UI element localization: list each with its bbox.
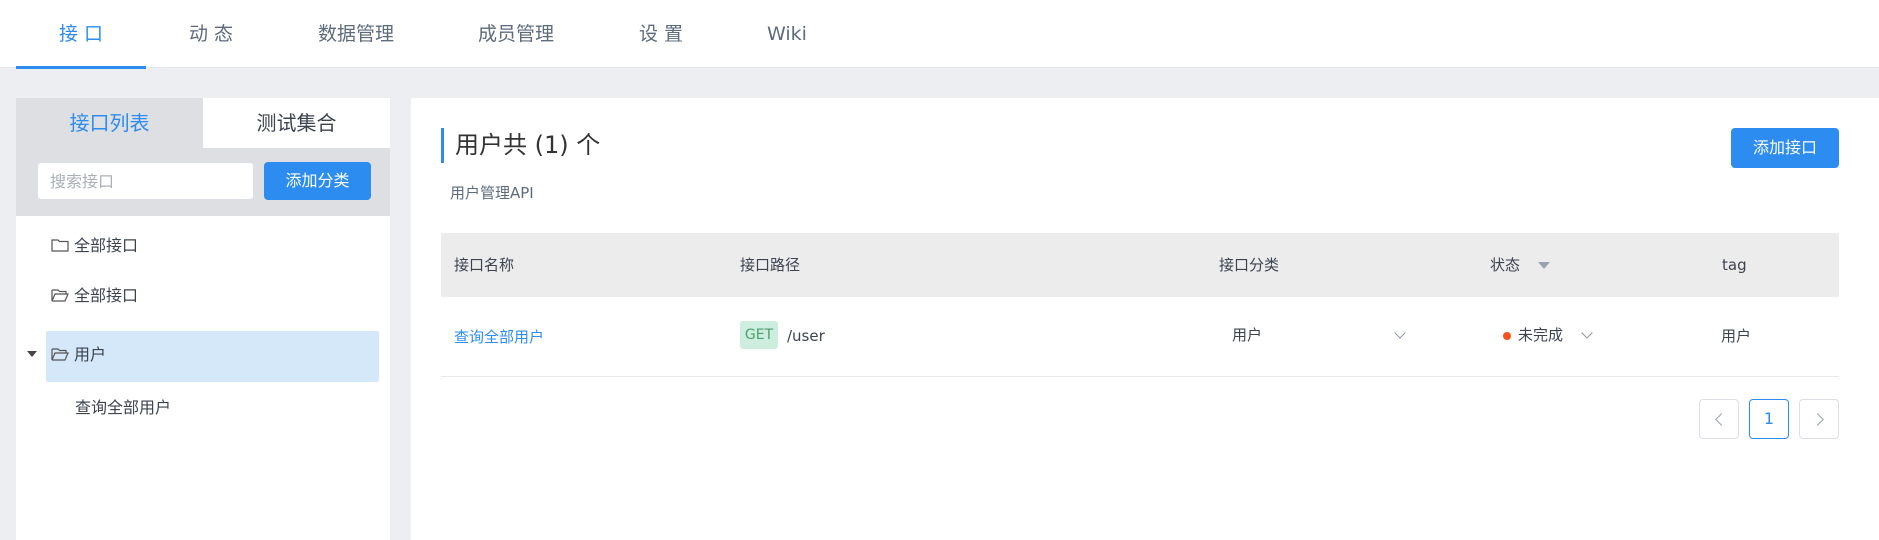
- table-row: 查询全部用户 GET /user 用户 未完成 用户: [441, 297, 1839, 377]
- header-interface-path: 接口路径: [740, 256, 801, 274]
- header-tag: tag: [1722, 256, 1747, 274]
- chevron-right-icon: [1810, 413, 1824, 426]
- method-badge: GET: [740, 321, 778, 349]
- tree-item-all-interfaces[interactable]: 全部接口: [51, 234, 138, 258]
- caret-down-icon[interactable]: [27, 351, 37, 357]
- category-select[interactable]: 用户: [1232, 324, 1262, 345]
- interface-path: /user: [787, 327, 825, 345]
- header-category: 接口分类: [1219, 256, 1280, 274]
- top-nav: 接 口 动 态 数据管理 成员管理 设 置 Wiki: [0, 0, 1879, 69]
- add-interface-button[interactable]: 添加接口: [1731, 128, 1839, 168]
- tab-activity[interactable]: 动 态: [170, 0, 252, 68]
- tab-wiki[interactable]: Wiki: [754, 0, 820, 68]
- tab-interface-list[interactable]: 接口列表: [16, 98, 203, 148]
- filter-icon[interactable]: [1538, 262, 1550, 269]
- tab-member-management[interactable]: 成员管理: [466, 0, 566, 68]
- folder-open-icon: [51, 289, 69, 302]
- status-select[interactable]: 未完成: [1518, 324, 1563, 345]
- chevron-left-icon: [1714, 413, 1728, 426]
- header-status: 状态: [1490, 256, 1521, 274]
- tab-interface[interactable]: 接 口: [16, 0, 146, 68]
- interface-name-link[interactable]: 查询全部用户: [454, 326, 544, 347]
- page-number-button[interactable]: 1: [1749, 399, 1789, 439]
- active-tab-indicator: [16, 66, 146, 69]
- search-interface-input[interactable]: [37, 162, 254, 200]
- title-accent-bar: [441, 128, 444, 163]
- folder-icon: [51, 239, 69, 252]
- sidebar-toolbar: 添加分类: [16, 148, 390, 216]
- sidebar-tabs: 接口列表 测试集合: [16, 98, 390, 148]
- chevron-down-icon[interactable]: [1394, 327, 1406, 339]
- prev-page-button[interactable]: [1699, 399, 1739, 439]
- tree-item-label: 全部接口: [74, 236, 139, 255]
- header-interface-name: 接口名称: [454, 256, 515, 274]
- table-header: 接口名称 接口路径 接口分类 状态 tag: [441, 233, 1839, 297]
- add-category-button[interactable]: 添加分类: [264, 162, 371, 200]
- tag-value: 用户: [1721, 327, 1752, 345]
- main-panel: 用户共 (1) 个 用户管理API 添加接口 接口名称 接口路径 接口分类 状态…: [411, 98, 1879, 540]
- tree-item-user[interactable]: 用户: [51, 343, 106, 367]
- next-page-button[interactable]: [1799, 399, 1839, 439]
- tab-data-management[interactable]: 数据管理: [306, 0, 406, 68]
- status-dot: [1503, 332, 1511, 340]
- sidebar: 接口列表 测试集合 添加分类 全部接口 全部接口 用户 查询全部用户: [16, 98, 390, 540]
- tab-settings[interactable]: 设 置: [630, 0, 692, 68]
- tree-item-label: 查询全部用户: [75, 398, 172, 417]
- tree-item-label: 用户: [74, 345, 107, 364]
- tab-test-collection[interactable]: 测试集合: [203, 98, 390, 148]
- page-title: 用户共 (1) 个: [455, 131, 601, 159]
- tree-item-query-all-users[interactable]: 查询全部用户: [75, 396, 171, 420]
- folder-open-icon: [51, 348, 69, 361]
- tree-item-label: 全部接口: [74, 286, 139, 305]
- chevron-down-icon[interactable]: [1581, 327, 1593, 339]
- tree-item-all-interfaces-open[interactable]: 全部接口: [51, 284, 138, 308]
- page-subtitle: 用户管理API: [450, 184, 534, 202]
